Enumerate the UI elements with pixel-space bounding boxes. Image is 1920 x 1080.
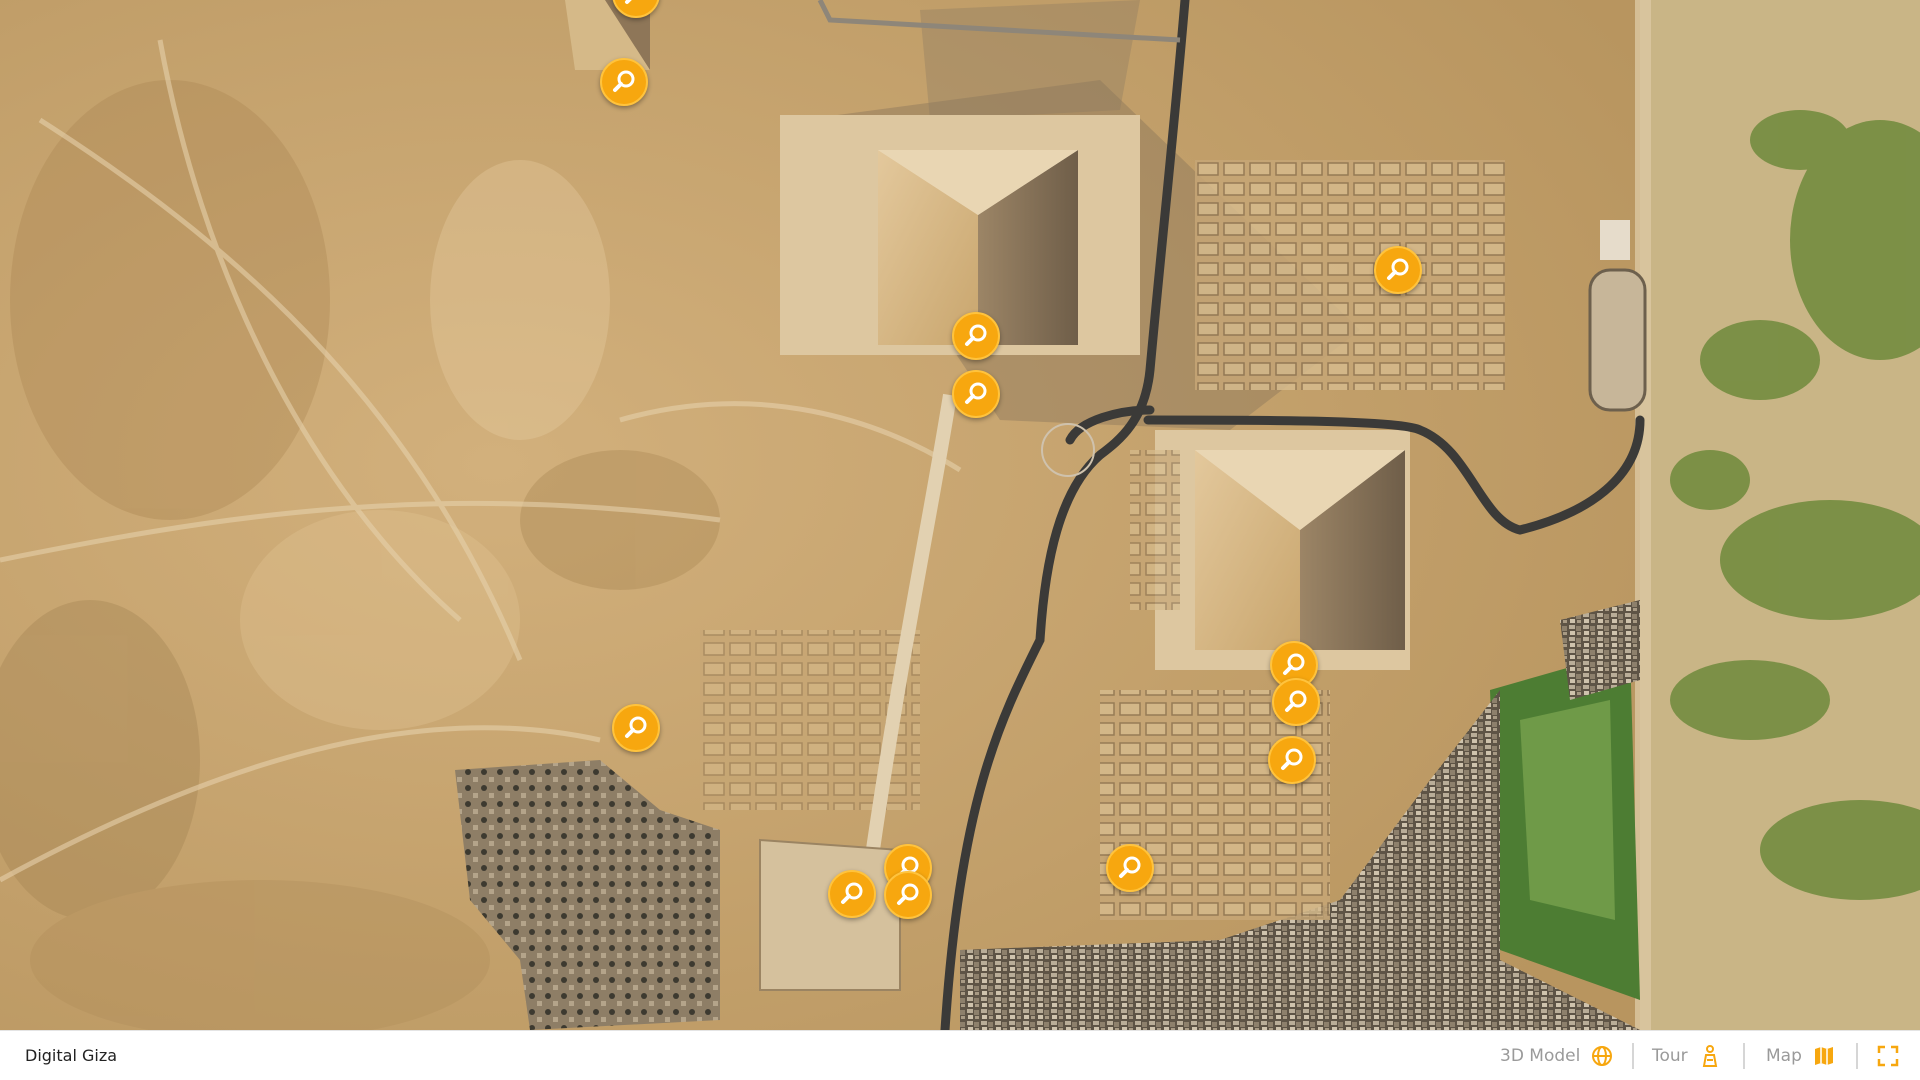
magnifier-icon	[1285, 690, 1307, 712]
magnifier-icon	[965, 324, 987, 346]
hotspot-marker-1[interactable]	[600, 58, 648, 106]
map-icon	[1814, 1047, 1833, 1065]
model-button[interactable]: 3D Model	[1500, 1042, 1614, 1070]
map-label: Map	[1766, 1046, 1802, 1066]
fullscreen-button[interactable]	[1876, 1042, 1900, 1070]
hotspot-marker-12[interactable]	[884, 871, 932, 919]
tour-guide-icon	[1702, 1045, 1717, 1067]
map-viewport[interactable]	[0, 0, 1920, 1030]
magnifier-icon	[965, 382, 987, 404]
fullscreen-icon	[1877, 1045, 1899, 1067]
hotspot-marker-6[interactable]	[1272, 678, 1320, 726]
toolbar-divider	[1743, 1043, 1745, 1069]
magnifier-icon	[1281, 748, 1303, 770]
tour-button[interactable]: Tour	[1652, 1042, 1722, 1070]
hotspot-marker-3[interactable]	[952, 370, 1000, 418]
hotspot-marker-9[interactable]	[1106, 844, 1154, 892]
hotspot-marker-7[interactable]	[1268, 736, 1316, 784]
magnifier-icon	[625, 0, 632, 4]
app-title: Digital Giza	[25, 1046, 118, 1065]
magnifier-icon	[613, 70, 635, 92]
hotspot-marker-8[interactable]	[612, 704, 660, 752]
magnifier-icon	[1387, 258, 1409, 280]
bottom-toolbar: Digital Giza 3D Model Tour Map	[0, 1030, 1920, 1080]
toolbar-divider	[1856, 1043, 1858, 1069]
magnifier-icon	[841, 882, 863, 904]
globe-icon	[1592, 1046, 1613, 1066]
toolbar-divider	[1632, 1043, 1634, 1069]
magnifier-icon	[1119, 856, 1141, 878]
hotspot-marker-11[interactable]	[828, 870, 876, 918]
aerial-map[interactable]	[0, 0, 1920, 1030]
magnifier-icon	[897, 883, 919, 905]
hotspot-marker-4[interactable]	[1374, 246, 1422, 294]
tour-label: Tour	[1652, 1046, 1688, 1066]
magnifier-icon	[1283, 653, 1305, 675]
hotspot-marker-2[interactable]	[952, 312, 1000, 360]
map-button[interactable]: Map	[1766, 1042, 1836, 1070]
magnifier-icon	[625, 716, 647, 738]
model-label: 3D Model	[1500, 1046, 1581, 1066]
